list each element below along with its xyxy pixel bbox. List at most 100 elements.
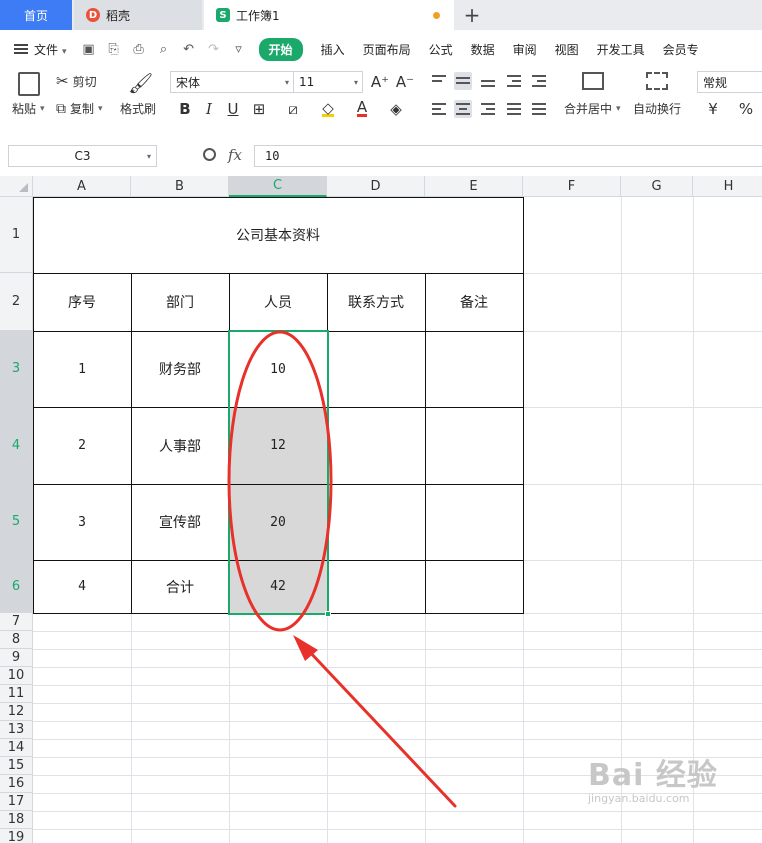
cell-seq[interactable]: 3 xyxy=(33,484,131,560)
fx-icon[interactable]: fx xyxy=(228,146,242,164)
formula-input[interactable]: 10 xyxy=(254,145,762,167)
paste-button[interactable] xyxy=(18,72,40,96)
save-icon[interactable]: ▣ xyxy=(81,41,97,57)
wrap-text-button[interactable]: 自动换行 xyxy=(633,100,681,117)
cell-style-icon[interactable]: ⧄ xyxy=(283,99,303,119)
column-header-h[interactable]: H xyxy=(693,176,762,197)
cell-seq[interactable]: 2 xyxy=(33,407,131,484)
grow-font-button[interactable]: A⁺ xyxy=(370,72,390,92)
align-middle-icon[interactable] xyxy=(454,72,472,90)
menu-developer[interactable]: 开发工具 xyxy=(597,41,645,58)
row-header-2[interactable]: 2 xyxy=(0,273,33,331)
row-header-9[interactable]: 9 xyxy=(0,649,33,667)
cell-dept[interactable]: 宣传部 xyxy=(131,484,229,560)
number-format-select[interactable]: 常规 xyxy=(697,71,762,93)
tab-workbook[interactable]: S 工作簿1 xyxy=(204,0,454,30)
fill-color-icon[interactable]: ◇ xyxy=(318,99,338,119)
justify-icon[interactable] xyxy=(505,100,523,118)
font-name-select[interactable]: 宋体 ▾ xyxy=(170,71,294,93)
currency-button[interactable]: ¥ xyxy=(703,99,723,119)
row-header-17[interactable]: 17 xyxy=(0,793,33,811)
row-header-12[interactable]: 12 xyxy=(0,703,33,721)
menu-view[interactable]: 视图 xyxy=(555,41,579,58)
column-header-f[interactable]: F xyxy=(523,176,621,197)
clear-format-icon[interactable]: ◈ xyxy=(386,99,406,119)
menu-page-layout[interactable]: 页面布局 xyxy=(363,41,411,58)
row-header-8[interactable]: 8 xyxy=(0,631,33,649)
cell-seq[interactable]: 4 xyxy=(33,560,131,613)
menu-review[interactable]: 审阅 xyxy=(513,41,537,58)
cell-note[interactable] xyxy=(425,407,523,484)
row-header-18[interactable]: 18 xyxy=(0,811,33,829)
font-size-select[interactable]: 11 ▾ xyxy=(293,71,363,93)
menu-member[interactable]: 会员专 xyxy=(663,41,699,58)
header-cell-contact[interactable]: 联系方式 xyxy=(327,273,425,331)
menu-start[interactable]: 开始 xyxy=(258,37,303,61)
cell-dept[interactable]: 合计 xyxy=(131,560,229,613)
align-left-icon[interactable] xyxy=(430,100,448,118)
borders-icon[interactable]: ⊞ xyxy=(249,99,269,119)
row-header-3[interactable]: 3 xyxy=(0,331,33,407)
cell-people[interactable]: 10 xyxy=(229,331,327,407)
cell-people[interactable]: 12 xyxy=(229,407,327,484)
hamburger-menu-icon[interactable] xyxy=(14,44,28,54)
format-painter-button[interactable]: 格式刷 xyxy=(120,100,156,117)
row-header-14[interactable]: 14 xyxy=(0,739,33,757)
sheet-title-cell[interactable]: 公司基本资料 xyxy=(33,197,523,273)
print-preview-icon[interactable]: ⌕ xyxy=(156,41,172,57)
column-header-d[interactable]: D xyxy=(327,176,425,197)
cell-note[interactable] xyxy=(425,331,523,407)
column-header-e[interactable]: E xyxy=(425,176,523,197)
underline-button[interactable]: U xyxy=(223,99,243,119)
export-icon[interactable]: ⎘ xyxy=(106,41,122,57)
tab-home[interactable]: 首页 xyxy=(0,0,72,30)
header-cell-seq[interactable]: 序号 xyxy=(33,273,131,331)
redo-icon[interactable]: ↷ xyxy=(206,41,222,57)
align-center-icon[interactable] xyxy=(454,100,472,118)
menu-formulas[interactable]: 公式 xyxy=(429,41,453,58)
row-header-19[interactable]: 19 xyxy=(0,829,33,843)
fill-handle[interactable] xyxy=(325,611,331,617)
distributed-icon[interactable] xyxy=(530,100,548,118)
row-header-10[interactable]: 10 xyxy=(0,667,33,685)
decrease-indent-icon[interactable] xyxy=(505,72,523,90)
quick-access-more-icon[interactable]: ▿ xyxy=(231,41,247,57)
cell-note[interactable] xyxy=(425,560,523,613)
row-header-13[interactable]: 13 xyxy=(0,721,33,739)
format-painter-icon[interactable]: 🖌 xyxy=(128,71,153,95)
new-tab-button[interactable]: + xyxy=(462,0,482,30)
menu-insert[interactable]: 插入 xyxy=(321,41,345,58)
cell-note[interactable] xyxy=(425,484,523,560)
row-header-11[interactable]: 11 xyxy=(0,685,33,703)
cell-contact[interactable] xyxy=(327,331,425,407)
cell-contact[interactable] xyxy=(327,484,425,560)
merge-center-button[interactable]: 合并居中 ▾ xyxy=(564,100,621,117)
undo-icon[interactable]: ↶ xyxy=(181,41,197,57)
increase-indent-icon[interactable] xyxy=(530,72,548,90)
header-cell-note[interactable]: 备注 xyxy=(425,273,523,331)
copy-button[interactable]: ⧉ 复制 ▾ xyxy=(56,100,103,117)
merge-center-icon[interactable] xyxy=(582,72,604,90)
cell-seq[interactable]: 1 xyxy=(33,331,131,407)
cell-contact[interactable] xyxy=(327,407,425,484)
align-right-icon[interactable] xyxy=(479,100,497,118)
cell-contact[interactable] xyxy=(327,560,425,613)
header-cell-dept[interactable]: 部门 xyxy=(131,273,229,331)
cell-dept[interactable]: 财务部 xyxy=(131,331,229,407)
column-header-c[interactable]: C xyxy=(229,176,327,197)
italic-button[interactable]: I xyxy=(199,99,219,119)
bold-button[interactable]: B xyxy=(175,99,195,119)
row-header-6[interactable]: 6 xyxy=(0,560,33,613)
row-header-16[interactable]: 16 xyxy=(0,775,33,793)
tab-daoke[interactable]: D 稻壳 xyxy=(74,0,202,30)
paste-label-button[interactable]: 粘贴 ▾ xyxy=(12,100,45,117)
percent-button[interactable]: % xyxy=(736,99,756,119)
column-header-a[interactable]: A xyxy=(33,176,131,197)
name-box[interactable]: C3 ▾ xyxy=(8,145,157,167)
column-header-g[interactable]: G xyxy=(621,176,693,197)
cut-button[interactable]: ✂ 剪切 xyxy=(56,72,97,90)
menu-data[interactable]: 数据 xyxy=(471,41,495,58)
select-all-corner[interactable] xyxy=(0,176,33,197)
print-icon[interactable]: ⎙ xyxy=(131,41,147,57)
row-header-15[interactable]: 15 xyxy=(0,757,33,775)
